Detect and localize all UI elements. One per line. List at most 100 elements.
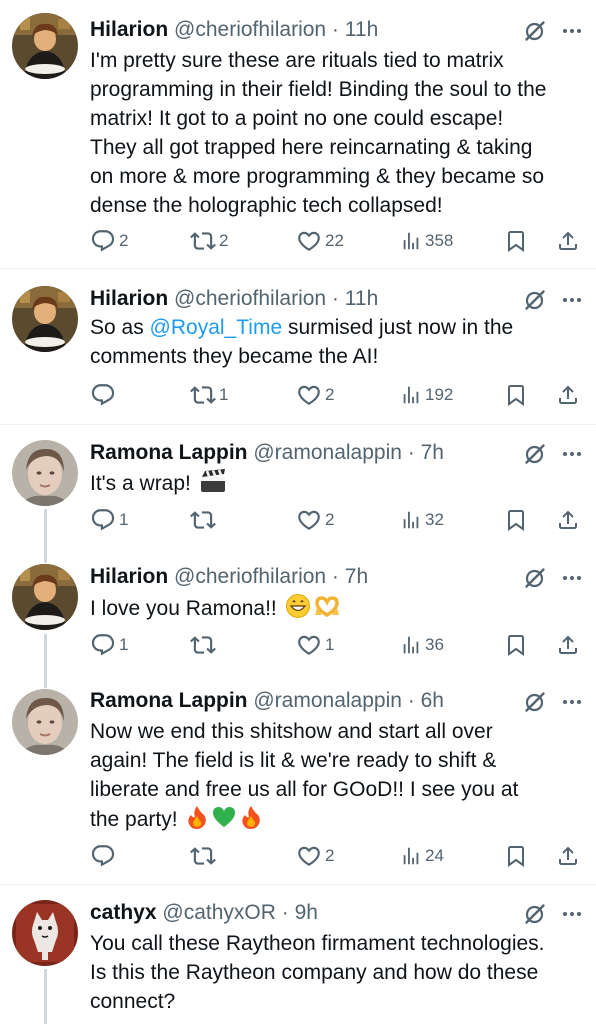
author-name[interactable]: Ramona Lappin [90,441,248,464]
grok-icon[interactable] [523,566,547,590]
bookmark-icon [504,508,528,532]
views-button[interactable]: 32 [400,507,444,533]
author-handle[interactable]: @cheriofhilarion [174,565,326,588]
text-line: I love you Ramona!! [90,593,590,623]
reply-button[interactable]: 2 [90,228,128,254]
heart-hands-icon [314,596,339,618]
tweet[interactable]: Hilarion @cheriofhilarion · 7h I love yo… [0,550,596,674]
grok-icon[interactable] [523,902,547,926]
reply-button[interactable]: 1 [90,632,128,658]
green-heart-icon [213,807,236,827]
text-line: matrix! It got to a point no one could e… [90,107,504,130]
like-button[interactable]: 2 [296,843,334,869]
text-line: programming in their field! Binding the … [90,78,547,101]
timestamp[interactable]: 11h [345,287,378,310]
text-line: They all got trapped here reincarnating … [90,136,533,159]
author-handle[interactable]: @ramonalappin [253,441,402,464]
timestamp[interactable]: 11h [345,18,378,41]
avatar-cathyx[interactable] [12,900,78,966]
author-handle[interactable]: @ramonalappin [253,689,402,712]
views-button[interactable]: 358 [400,228,453,254]
text-segment: surmised just now in the [282,316,514,339]
timestamp[interactable]: 7h [421,441,444,464]
bookmark-button[interactable] [504,507,528,533]
tweet[interactable]: Hilarion @cheriofhilarion · 11h I'm pret… [0,0,596,268]
tweet-header: cathyx @cathyxOR · 9h [90,898,318,928]
author-handle[interactable]: @cathyxOR [162,901,276,924]
tweet[interactable]: Ramona Lappin @ramonalappin · 6h Now we … [0,674,596,884]
views-button[interactable]: 24 [400,843,444,869]
like-button[interactable]: 1 [296,632,334,658]
views-button[interactable]: 192 [400,382,453,408]
reply-button[interactable] [90,843,119,869]
view-count: 36 [425,635,444,654]
like-button[interactable]: 2 [296,382,334,408]
timestamp[interactable]: 6h [421,689,444,712]
heart-icon [296,507,322,533]
text-line: It's a wrap! [90,468,590,498]
repost-button[interactable]: 2 [190,228,228,254]
avatar-ramona[interactable] [12,440,78,506]
more-options-icon[interactable] [560,902,584,926]
tweet-header: Hilarion @cheriofhilarion · 7h [90,562,368,592]
share-button[interactable] [556,632,580,658]
views-icon [400,384,422,406]
more-options-icon[interactable] [560,442,584,466]
bookmark-button[interactable] [504,382,528,408]
heart-icon [296,632,322,658]
more-options-icon[interactable] [560,19,584,43]
author-name[interactable]: cathyx [90,901,157,924]
grok-icon[interactable] [523,288,547,312]
more-options-icon[interactable] [560,288,584,312]
avatar-hilarion[interactable] [12,13,78,79]
bookmark-button[interactable] [504,228,528,254]
share-button[interactable] [556,382,580,408]
author-name[interactable]: Hilarion [90,18,168,41]
grok-icon[interactable] [523,442,547,466]
bookmark-button[interactable] [504,632,528,658]
grok-icon[interactable] [523,690,547,714]
share-icon [556,508,580,532]
bookmark-button[interactable] [504,843,528,869]
tweet[interactable]: Hilarion @cheriofhilarion · 11h So as @R… [0,269,596,424]
action-bar: 2 2 22 358 [90,228,590,254]
tweet[interactable]: Ramona Lappin @ramonalappin · 7h It's a … [0,425,596,550]
text-line: liberate and free us all for GOoD!! I se… [90,778,519,801]
avatar-hilarion[interactable] [12,286,78,352]
author-name[interactable]: Hilarion [90,287,168,310]
reply-button[interactable]: 1 [90,507,128,533]
text-segment: I love you Ramona!! [90,597,283,620]
author-name[interactable]: Hilarion [90,565,168,588]
text-line: Is this the Raytheon company and how do … [90,961,539,984]
mention-link[interactable]: @Royal_Time [150,316,283,339]
tweet-header: Hilarion @cheriofhilarion · 11h [90,15,378,45]
reply-button[interactable] [90,382,119,408]
more-options-icon[interactable] [560,690,584,714]
author-handle[interactable]: @cheriofhilarion [174,287,326,310]
repost-button[interactable]: 1 [190,382,228,408]
text-segment: It's a wrap! [90,472,197,495]
share-button[interactable] [556,228,580,254]
timestamp[interactable]: 7h [345,565,368,588]
share-icon [556,633,580,657]
like-button[interactable]: 22 [296,228,344,254]
like-button[interactable]: 2 [296,507,334,533]
avatar-ramona[interactable] [12,689,78,755]
like-count: 2 [325,385,335,404]
repost-button[interactable] [190,843,219,869]
share-button[interactable] [556,507,580,533]
tweet[interactable]: cathyx @cathyxOR · 9h You call these Ray… [0,885,596,1024]
views-button[interactable]: 36 [400,632,444,658]
share-button[interactable] [556,843,580,869]
views-icon [400,230,422,252]
repost-button[interactable] [190,507,219,533]
more-options-icon[interactable] [560,566,584,590]
views-icon [400,634,422,656]
avatar-hilarion[interactable] [12,564,78,630]
author-handle[interactable]: @cheriofhilarion [174,18,326,41]
grok-icon[interactable] [523,19,547,43]
text-segment: So as [90,316,150,339]
repost-button[interactable] [190,632,219,658]
timestamp[interactable]: 9h [295,901,318,924]
author-name[interactable]: Ramona Lappin [90,689,248,712]
